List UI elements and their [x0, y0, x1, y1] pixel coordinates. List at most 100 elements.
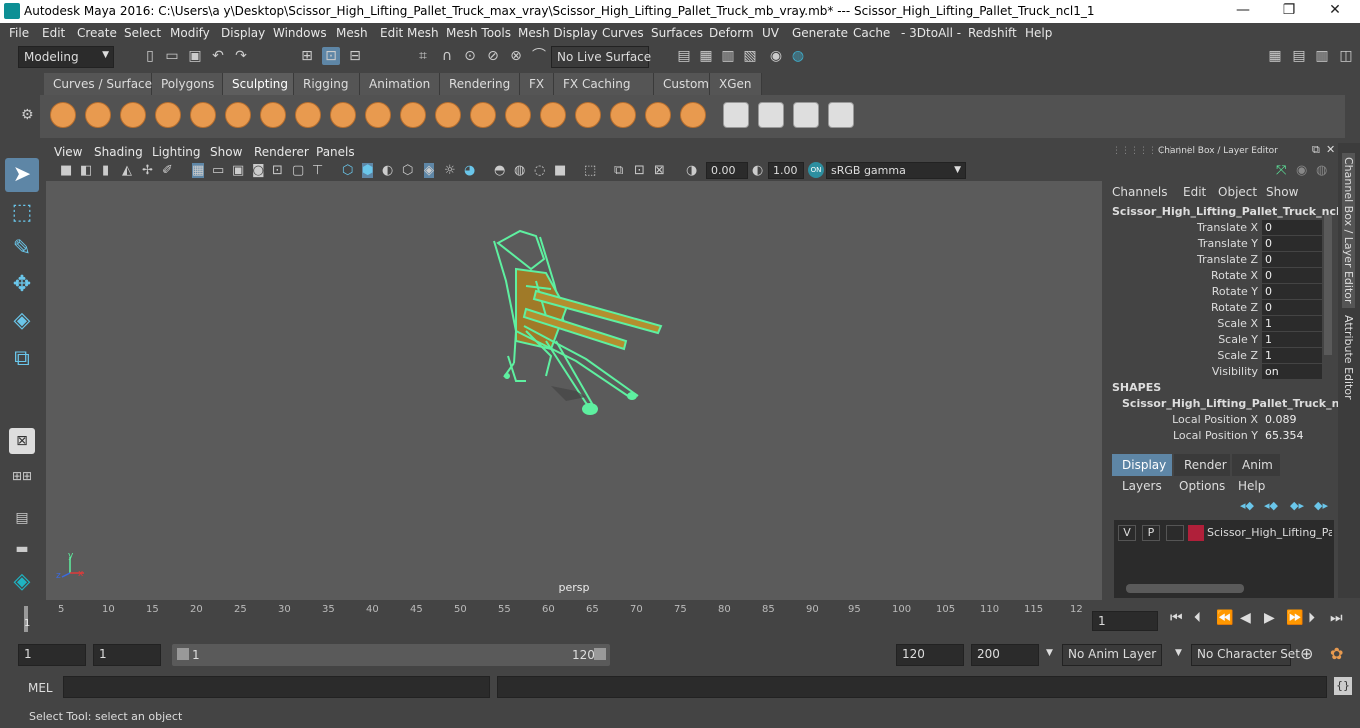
manip-toggle-icon[interactable]: ◉ — [1296, 163, 1307, 178]
attr-value[interactable]: 0 — [1262, 268, 1322, 283]
smooth-tool-icon[interactable] — [85, 102, 111, 128]
tab-animation[interactable]: Animation — [360, 73, 440, 95]
render-frame-icon[interactable]: ▦ — [697, 47, 715, 65]
tab-render[interactable]: Render — [1174, 454, 1230, 476]
ipr-render-icon[interactable]: ▥ — [719, 47, 737, 65]
wax-tool-icon[interactable] — [400, 102, 426, 128]
pinch-tool-icon[interactable] — [190, 102, 216, 128]
convert-freeze-icon[interactable] — [680, 102, 706, 128]
layout-icon[interactable]: ▤ — [1290, 47, 1308, 65]
menu-mesh-tools[interactable]: Mesh Tools — [446, 26, 511, 40]
sculpt-tool-icon[interactable] — [50, 102, 76, 128]
snap-surface-icon[interactable]: ⊗ — [507, 47, 525, 65]
chevron-down-icon[interactable]: ▼ — [1046, 648, 1053, 658]
camera-icon[interactable]: ■ — [60, 163, 72, 178]
layer-menu-layers[interactable]: Layers — [1122, 479, 1162, 493]
attr-row[interactable]: Translate Y 0 — [1106, 236, 1338, 252]
undo-icon[interactable]: ↶ — [209, 47, 227, 65]
menu-windows[interactable]: Windows — [273, 26, 327, 40]
layout-two-icon[interactable]: ▤ — [5, 504, 39, 532]
menu-uv[interactable]: UV — [762, 26, 779, 40]
menu-file[interactable]: File — [9, 26, 29, 40]
menu-redshift[interactable]: Redshift — [968, 26, 1017, 40]
menu-3dtoall[interactable]: - 3DtoAll - — [901, 26, 961, 40]
smear-tool-icon[interactable] — [540, 102, 566, 128]
menu-deform[interactable]: Deform — [709, 26, 754, 40]
grab-tool-icon[interactable] — [155, 102, 181, 128]
menu-curves[interactable]: Curves — [602, 26, 644, 40]
blend-shape-icon[interactable] — [793, 102, 819, 128]
preferences-icon[interactable]: ✿ — [1330, 644, 1343, 663]
move-tool-icon[interactable]: ✥ — [5, 268, 39, 302]
select-tool-icon[interactable]: ➤ — [5, 158, 39, 192]
end-time-field[interactable]: 200 — [971, 644, 1039, 666]
prev-key-icon[interactable]: ⏪ — [1216, 610, 1233, 626]
vp-menu-lighting[interactable]: Lighting — [152, 145, 201, 159]
layer-playback-toggle[interactable]: P — [1142, 525, 1160, 541]
tab-display[interactable]: Display — [1112, 454, 1172, 476]
move-layer-up-icon[interactable]: ◂◆ — [1240, 499, 1254, 512]
command-language[interactable]: MEL — [28, 681, 53, 695]
attr-value[interactable]: 1 — [1262, 348, 1322, 363]
go-to-start-icon[interactable]: ⏮ — [1170, 610, 1183, 626]
close-icon[interactable]: ✕ — [1326, 143, 1335, 156]
bulge-tool-icon[interactable] — [575, 102, 601, 128]
attr-row[interactable]: Translate X 0 — [1106, 220, 1338, 236]
open-scene-icon[interactable]: ▭ — [163, 47, 181, 65]
rotate-tool-icon[interactable]: ◈ — [5, 304, 39, 338]
attr-value[interactable]: 0 — [1262, 300, 1322, 315]
attr-row[interactable]: Rotate Y 0 — [1106, 284, 1338, 300]
go-to-end-icon[interactable]: ⏭ — [1330, 610, 1343, 626]
lights-icon[interactable]: ☼ — [444, 163, 456, 178]
save-scene-icon[interactable]: ▣ — [186, 47, 204, 65]
menu-generate[interactable]: Generate — [792, 26, 848, 40]
auto-key-icon[interactable]: ⊕ — [1300, 644, 1313, 663]
antialias-icon[interactable]: ◌ — [534, 163, 545, 178]
tab-curves-surfaces[interactable]: Curves / Surfaces — [44, 73, 158, 95]
close-button[interactable]: ✕ — [1312, 2, 1358, 22]
knife-tool-icon[interactable] — [505, 102, 531, 128]
attr-row[interactable]: Scale X 1 — [1106, 316, 1338, 332]
tab-fx[interactable]: FX — [520, 73, 554, 95]
ambient-occlusion-icon[interactable]: ◓ — [494, 163, 505, 178]
gamma-field[interactable]: 1.00 — [768, 162, 804, 179]
menu-edit-mesh[interactable]: Edit Mesh — [380, 26, 439, 40]
gate-mask-icon[interactable]: ◙ — [252, 163, 265, 178]
fill-tool-icon[interactable] — [470, 102, 496, 128]
image-plane-icon[interactable]: ◭ — [122, 163, 132, 178]
attr-value[interactable]: 65.354 — [1262, 428, 1322, 443]
new-layer-selected-icon[interactable]: ◆▸ — [1314, 499, 1328, 512]
range-start-handle[interactable] — [177, 648, 189, 660]
range-end-handle[interactable] — [594, 648, 606, 660]
attr-row[interactable]: Local Position Y 65.354 — [1106, 428, 1338, 444]
tab-polygons[interactable]: Polygons — [152, 73, 223, 95]
axis-toggle-icon[interactable]: ⤧ — [1276, 163, 1286, 178]
layout-four-icon[interactable]: ⊞⊞ — [5, 466, 39, 486]
script-editor-icon[interactable]: {} — [1334, 677, 1352, 695]
minimize-button[interactable]: — — [1220, 2, 1266, 22]
speed-toggle-icon[interactable]: ◍ — [1316, 163, 1327, 178]
layer-menu-options[interactable]: Options — [1179, 479, 1225, 493]
exposure-field[interactable]: 0.00 — [706, 162, 748, 179]
layer-type-toggle[interactable] — [1166, 525, 1184, 541]
next-key-icon[interactable]: ⏩ — [1286, 610, 1303, 626]
scrape-tool-icon[interactable] — [435, 102, 461, 128]
layer-name[interactable]: Scissor_High_Lifting_Pall — [1207, 526, 1332, 539]
menu-mesh[interactable]: Mesh — [336, 26, 368, 40]
attr-value[interactable]: 0.089 — [1262, 412, 1322, 427]
textured-icon[interactable]: ⬡ — [402, 163, 413, 178]
maximize-button[interactable]: ❐ — [1266, 2, 1312, 22]
move-layer-down-icon[interactable]: ◂◆ — [1264, 499, 1278, 512]
attr-row[interactable]: Rotate X 0 — [1106, 268, 1338, 284]
vp-menu-panels[interactable]: Panels — [316, 145, 355, 159]
imprint-tool-icon[interactable] — [365, 102, 391, 128]
play-forward-icon[interactable]: ▶ — [1264, 610, 1275, 626]
vp-menu-shading[interactable]: Shading — [94, 145, 143, 159]
tab-rigging[interactable]: Rigging — [294, 73, 360, 95]
attr-row[interactable]: Local Position X 0.089 — [1106, 412, 1338, 428]
gear-icon[interactable]: ⚙ — [21, 107, 34, 123]
snap-point-icon[interactable]: ⊙ — [461, 47, 479, 65]
depth-of-field-icon[interactable]: ■ — [554, 163, 566, 178]
vp-menu-view[interactable]: View — [54, 145, 82, 159]
attr-value[interactable]: 0 — [1262, 236, 1322, 251]
